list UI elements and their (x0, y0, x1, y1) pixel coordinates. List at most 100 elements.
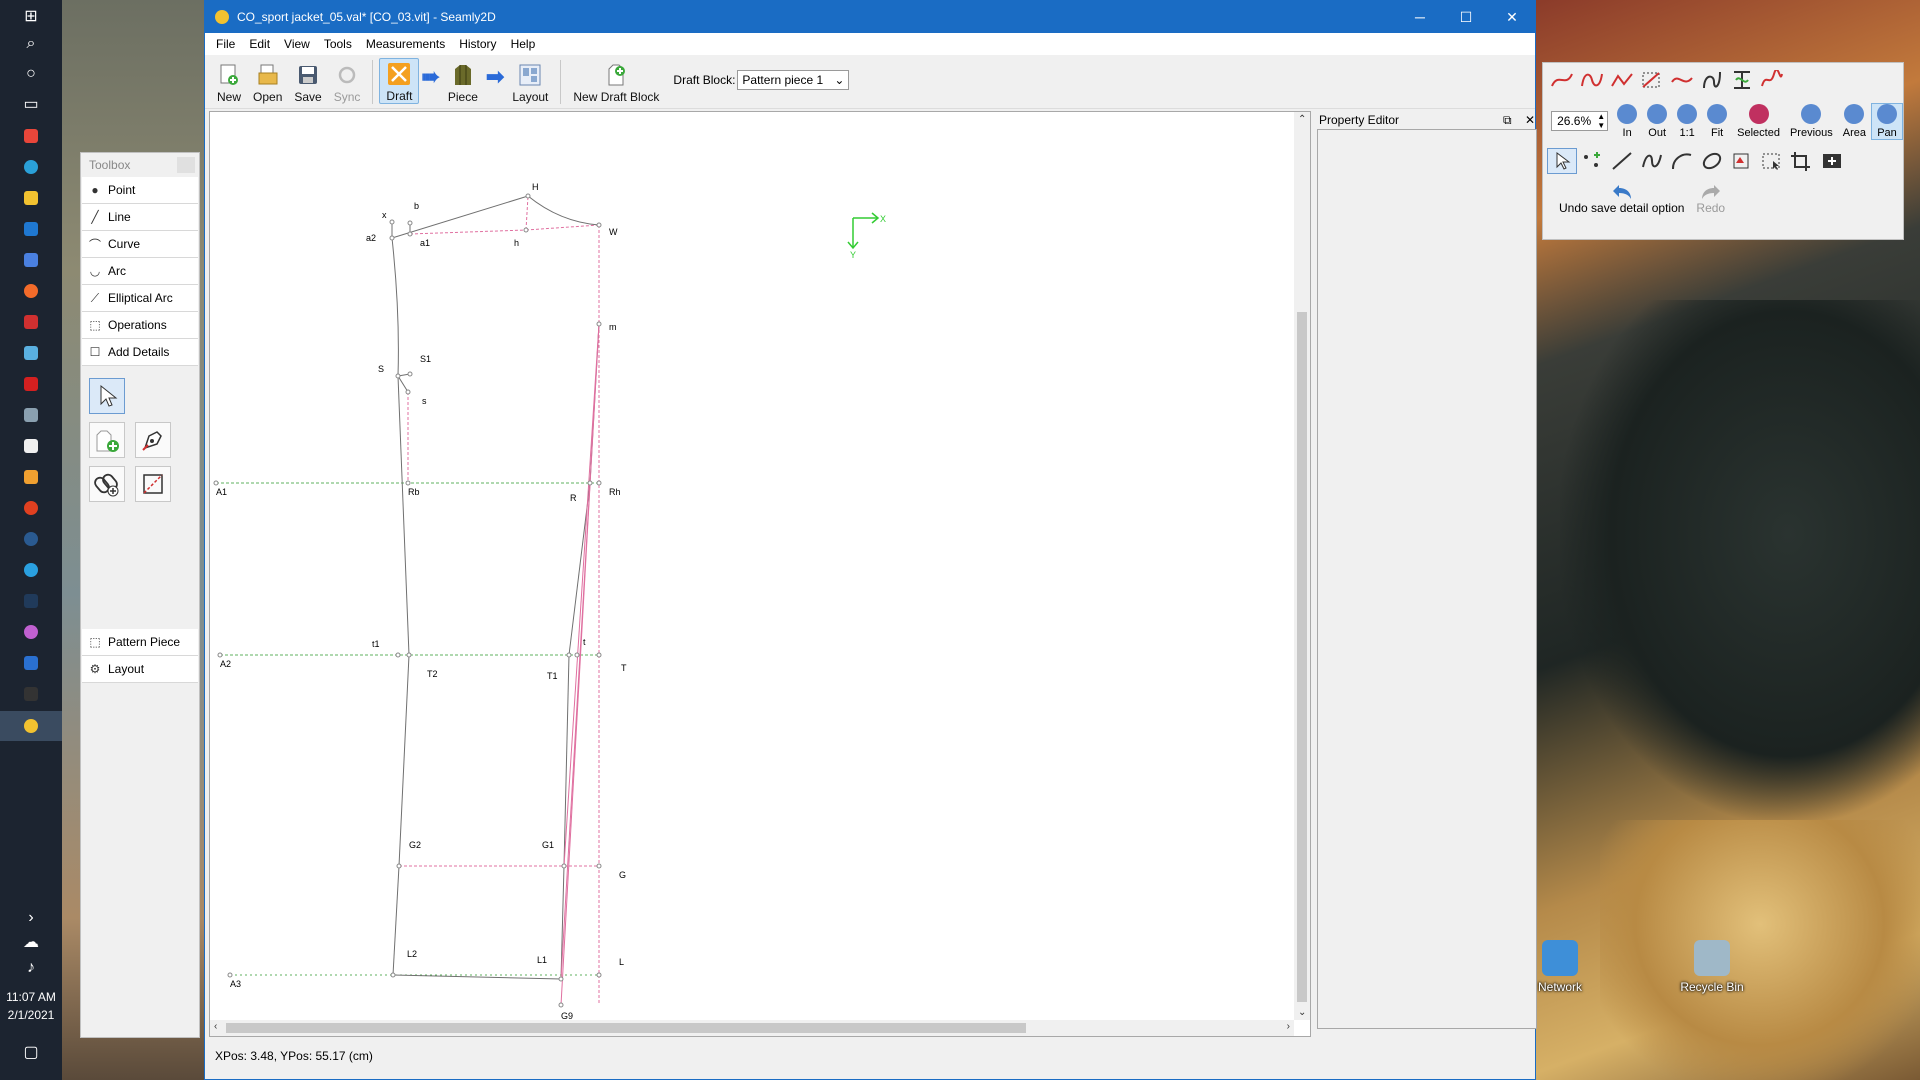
piece-mode-button[interactable]: Piece (442, 58, 484, 104)
sync-button[interactable]: Sync (328, 58, 367, 104)
bezier-path-tool-icon[interactable] (1637, 67, 1667, 93)
zoom-area-button[interactable]: Area (1838, 103, 1871, 139)
menu-measurements[interactable]: Measurements (359, 37, 452, 51)
pattern-point[interactable] (406, 652, 412, 658)
scroll-down-icon[interactable]: ⌄ (1298, 1007, 1306, 1018)
curve-axis-tool-icon[interactable] (1727, 67, 1757, 93)
pattern-point[interactable] (395, 652, 401, 658)
pattern-point[interactable] (596, 652, 602, 658)
redo-button[interactable]: Redo (1690, 181, 1731, 215)
undo-button[interactable]: Undo save detail option (1553, 181, 1690, 215)
app-icon-blue2[interactable] (19, 341, 43, 365)
group-tool-icon[interactable] (1727, 148, 1757, 174)
toolbox-group-arc[interactable]: ◡ Arc (82, 258, 198, 285)
scroll-up-icon[interactable]: ⌃ (1298, 114, 1306, 125)
zoom-fit-button[interactable]: Fit (1702, 103, 1732, 139)
pattern-point[interactable] (596, 863, 602, 869)
pattern-point[interactable] (596, 222, 602, 228)
construction-line[interactable] (560, 482, 591, 980)
toolbox-group-elliptical-arc[interactable]: ⟋ Elliptical Arc (82, 285, 198, 312)
cortana-icon[interactable]: ○ (19, 62, 43, 86)
chevron-right-icon[interactable]: › (19, 906, 43, 930)
zoom-selected-button[interactable]: Selected (1732, 103, 1785, 139)
menu-tools[interactable]: Tools (317, 37, 359, 51)
horizontal-scroll-thumb[interactable] (226, 1023, 1026, 1033)
leader-line[interactable] (397, 375, 409, 393)
pattern-point[interactable] (390, 972, 396, 978)
toolbox-float-button[interactable] (177, 157, 195, 173)
shoulder-line[interactable] (391, 195, 529, 239)
close-button[interactable]: ✕ (1489, 1, 1535, 33)
media-player-icon[interactable] (19, 465, 43, 489)
neckline-curve[interactable] (527, 195, 600, 226)
pattern-point[interactable] (227, 972, 233, 978)
layout-mode-button[interactable]: Layout (506, 58, 554, 104)
guide-line[interactable] (525, 195, 529, 231)
pattern-point[interactable] (396, 863, 402, 869)
curve-cut-tool-icon[interactable] (1757, 67, 1787, 93)
close-panel-icon[interactable]: ✕ (1525, 113, 1535, 127)
union-pieces-tool[interactable] (89, 466, 125, 502)
app-icon-paint[interactable] (19, 124, 43, 148)
pattern-point[interactable] (596, 321, 602, 327)
toolbox-group-add-details[interactable]: ☐ Add Details (82, 339, 198, 366)
anchor-point-tool[interactable] (135, 422, 171, 458)
pattern-point[interactable] (596, 480, 602, 486)
app-icon-blue[interactable] (19, 248, 43, 272)
pattern-point[interactable] (558, 1002, 564, 1008)
notepad-icon[interactable] (19, 434, 43, 458)
mail-icon[interactable] (19, 217, 43, 241)
zoom-out-button[interactable]: Out (1642, 103, 1672, 139)
minimize-button[interactable]: ─ (1397, 1, 1443, 33)
epic-games-icon[interactable] (19, 682, 43, 706)
toolbox-group-line[interactable]: ╱ Line (82, 204, 198, 231)
pattern-point[interactable] (525, 193, 531, 199)
zoom-original-button[interactable]: 1:1 (1672, 103, 1702, 139)
maximize-button[interactable]: ☐ (1443, 1, 1489, 33)
pattern-point[interactable] (405, 389, 411, 395)
curve-point-tool-icon[interactable] (1667, 67, 1697, 93)
hem-line[interactable] (392, 974, 562, 980)
draft-canvas[interactable]: X Y Hx b a2 a1 h Wm S S1 s A1 Rb R Rh t1 A2 T2 t T1 T G2 G1 G… (209, 111, 1311, 1037)
draft-mode-button[interactable]: Draft (379, 58, 420, 104)
edge-icon[interactable] (19, 155, 43, 179)
calculator-icon[interactable] (19, 403, 43, 427)
vertical-scroll-thumb[interactable] (1297, 312, 1307, 1002)
menu-view[interactable]: View (277, 37, 317, 51)
pattern-point[interactable] (217, 652, 223, 658)
pattern-point[interactable] (587, 480, 593, 486)
pointer-tool-icon[interactable] (1547, 148, 1577, 174)
spline-tool-icon[interactable] (1547, 67, 1577, 93)
spinner-arrows-icon[interactable]: ▲ ▼ (1597, 112, 1605, 130)
volume-icon[interactable]: ♪ (19, 956, 43, 980)
pattern-point[interactable] (405, 480, 411, 486)
desktop-icon-recycle-bin[interactable]: Recycle Bin (1672, 940, 1752, 994)
pattern-point[interactable] (389, 235, 395, 241)
app-icon-red[interactable] (19, 496, 43, 520)
seamly2d-taskbar-icon[interactable] (0, 711, 62, 741)
app-icon-dark[interactable] (19, 310, 43, 334)
point-tools-icon[interactable] (1577, 148, 1607, 174)
zoom-in-button[interactable]: In (1612, 103, 1642, 139)
construction-line[interactable] (560, 323, 600, 1006)
menu-file[interactable]: File (209, 37, 242, 51)
add-piece-tool[interactable] (89, 422, 125, 458)
windows-start-icon[interactable]: ⊞ (19, 4, 43, 28)
search-icon[interactable]: ⌕ (19, 32, 43, 56)
pattern-point[interactable] (566, 652, 572, 658)
toolbox-group-operations[interactable]: ⬚ Operations (82, 312, 198, 339)
pattern-point[interactable] (596, 972, 602, 978)
select-arrow-tool[interactable] (89, 378, 125, 414)
task-view-icon[interactable]: ▭ (19, 92, 43, 116)
zoom-previous-button[interactable]: Previous (1785, 103, 1838, 139)
file-explorer-icon[interactable] (19, 186, 43, 210)
pattern-point[interactable] (213, 480, 219, 486)
menu-history[interactable]: History (452, 37, 503, 51)
firefox-icon[interactable] (19, 279, 43, 303)
pattern-point[interactable] (395, 373, 401, 379)
itunes-icon[interactable] (19, 620, 43, 644)
system-clock[interactable]: 11:07 AM 2/1/2021 (0, 988, 62, 1024)
toolbox-group-point[interactable]: ● Point (82, 177, 198, 204)
app-icon-a[interactable] (19, 651, 43, 675)
zoom-level-field[interactable]: 26.6% ▲ ▼ (1551, 111, 1609, 131)
